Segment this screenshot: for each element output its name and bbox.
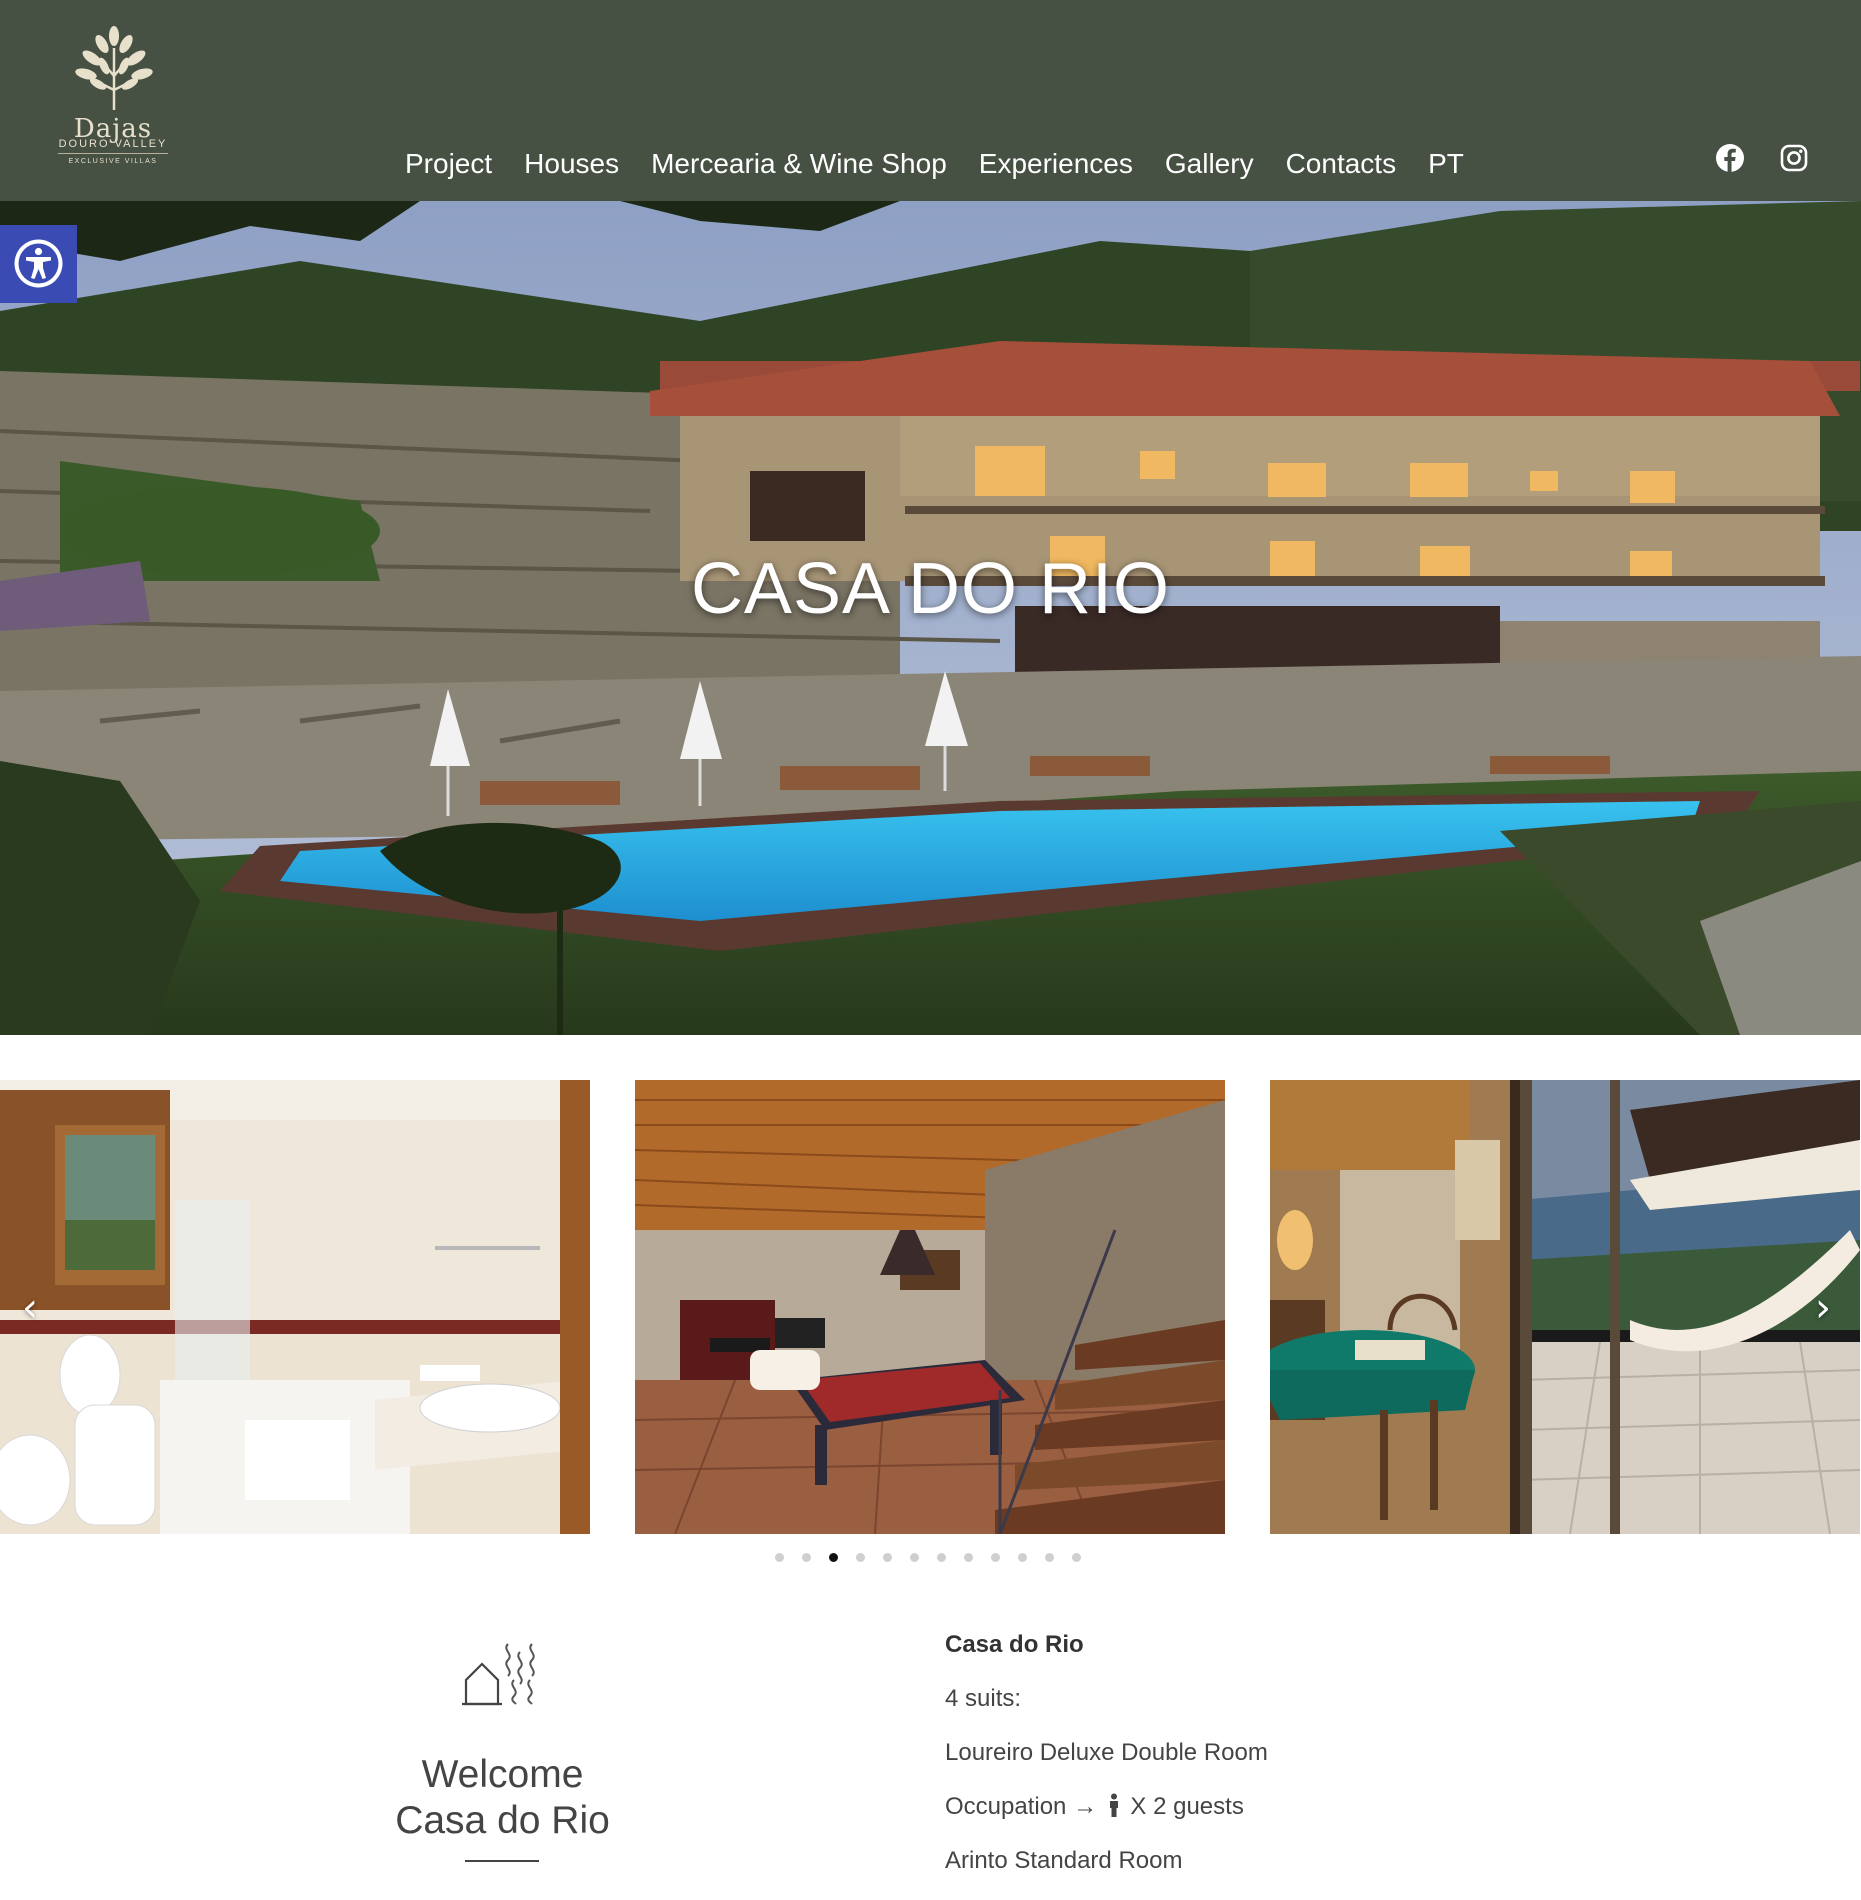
info-suites: 4 suits: (945, 1685, 1022, 1712)
carousel-slide-living-room[interactable] (635, 1080, 1225, 1534)
logo-region: DOURO VALLEY (58, 138, 168, 154)
carousel-dot[interactable] (1072, 1553, 1081, 1562)
living-room-photo (635, 1080, 1225, 1534)
olive-tree-icon (75, 26, 153, 110)
carousel-dot[interactable] (856, 1553, 865, 1562)
nav-gallery[interactable]: Gallery (1165, 148, 1254, 180)
nav-project[interactable]: Project (405, 148, 492, 180)
facebook-link[interactable] (1715, 143, 1745, 173)
brand-logo[interactable]: Dajas DOURO VALLEY EXCLUSIVE VILLAS (58, 26, 168, 172)
chevron-left-icon: ‹ (22, 1285, 38, 1331)
logo-tagline: EXCLUSIVE VILLAS (68, 158, 158, 165)
accessibility-icon (14, 239, 63, 288)
carousel-dot[interactable] (802, 1553, 811, 1562)
carousel-dot[interactable] (1045, 1553, 1054, 1562)
site-header: Dajas DOURO VALLEY EXCLUSIVE VILLAS Proj… (0, 0, 1861, 201)
game-room-photo (1270, 1080, 1860, 1534)
carousel-dot[interactable] (883, 1553, 892, 1562)
main-nav: Project Houses Mercearia & Wine Shop Exp… (405, 148, 1496, 180)
carousel-dot[interactable] (910, 1553, 919, 1562)
heading-divider (465, 1860, 539, 1862)
welcome-heading-line1: Welcome (421, 1753, 584, 1796)
instagram-link[interactable] (1779, 143, 1809, 173)
info-room-1: Loureiro Deluxe Double Room (945, 1739, 1268, 1766)
occupation-suffix: X 2 guests (1130, 1793, 1244, 1820)
carousel-dot[interactable] (991, 1553, 1000, 1562)
info-occupation: Occupation → X 2 guests (945, 1792, 1545, 1846)
carousel-prev-button[interactable]: ‹ (22, 1285, 38, 1331)
nav-language-pt[interactable]: PT (1428, 148, 1464, 180)
carousel-slide-game-room[interactable] (1270, 1080, 1860, 1534)
info-heading: Casa do Rio (945, 1631, 1084, 1658)
house-info: Casa do Rio 4 suits: Loureiro Deluxe Dou… (945, 1630, 1545, 1900)
bathroom-photo (0, 1080, 590, 1534)
house-hot-spring-icon (462, 1640, 542, 1711)
nav-houses[interactable]: Houses (524, 148, 619, 180)
facebook-icon (1716, 144, 1744, 172)
nav-mercearia-wine-shop[interactable]: Mercearia & Wine Shop (651, 148, 947, 180)
hero-banner: CASA DO RIO (0, 201, 1861, 1035)
carousel-dot[interactable] (775, 1553, 784, 1562)
person-icon (1108, 1793, 1120, 1825)
accessibility-button[interactable] (0, 225, 77, 303)
welcome-heading-line2: Casa do Rio (395, 1799, 610, 1842)
nav-contacts[interactable]: Contacts (1286, 148, 1397, 180)
hero-title: CASA DO RIO (690, 549, 1171, 629)
carousel-dot[interactable] (964, 1553, 973, 1562)
info-room-2: Arinto Standard Room (945, 1847, 1183, 1874)
occupation-prefix: Occupation → (945, 1793, 1098, 1820)
photo-carousel: ‹ › (0, 1080, 1861, 1534)
carousel-dot-active[interactable] (829, 1553, 838, 1562)
carousel-slide-bathroom[interactable] (0, 1080, 590, 1534)
carousel-dot[interactable] (1018, 1553, 1027, 1562)
instagram-icon (1780, 144, 1808, 172)
carousel-next-button[interactable]: › (1815, 1285, 1831, 1331)
nav-experiences[interactable]: Experiences (979, 148, 1133, 180)
chevron-right-icon: › (1815, 1285, 1831, 1331)
welcome-heading: Welcome Casa do Rio (360, 1752, 645, 1844)
carousel-dot[interactable] (937, 1553, 946, 1562)
